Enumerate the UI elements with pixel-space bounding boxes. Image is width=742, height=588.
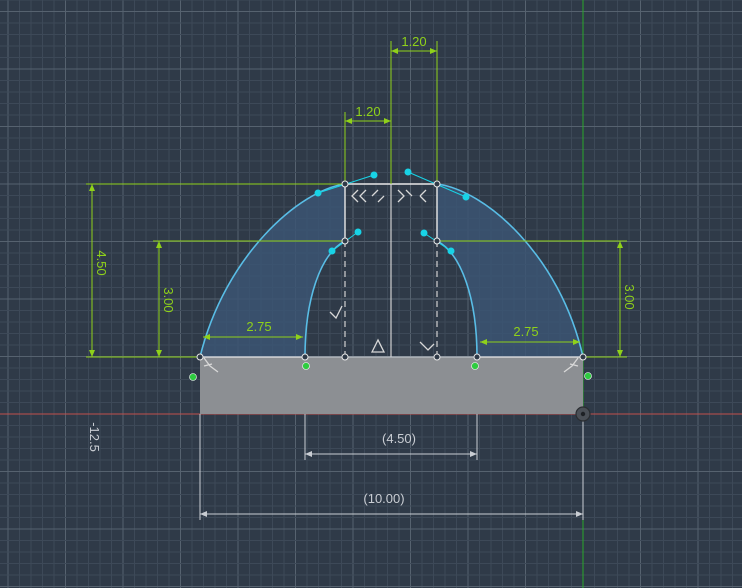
dim-left-offset[interactable]: 2.75 <box>246 319 271 334</box>
dim-right-height[interactable]: 3.00 <box>622 284 637 309</box>
sketch-canvas[interactable]: 1.20 1.20 4.50 3.00 3.00 2.75 2.75 (4.50… <box>0 0 742 588</box>
dim-reference-total[interactable]: (10.00) <box>363 491 404 506</box>
dim-outer-height[interactable]: 4.50 <box>94 250 109 275</box>
dim-right-offset[interactable]: 2.75 <box>513 324 538 339</box>
dim-top-width[interactable]: 1.20 <box>401 34 426 49</box>
origin-point-icon[interactable] <box>575 406 591 422</box>
base-body[interactable] <box>200 357 583 414</box>
dim-reference-width[interactable]: (4.50) <box>382 431 416 446</box>
arch-profile-region-right[interactable] <box>437 184 583 357</box>
dim-inner-width[interactable]: 1.20 <box>355 104 380 119</box>
dim-inner-height[interactable]: 3.00 <box>161 287 176 312</box>
coordinate-label: -12.5 <box>87 422 102 452</box>
